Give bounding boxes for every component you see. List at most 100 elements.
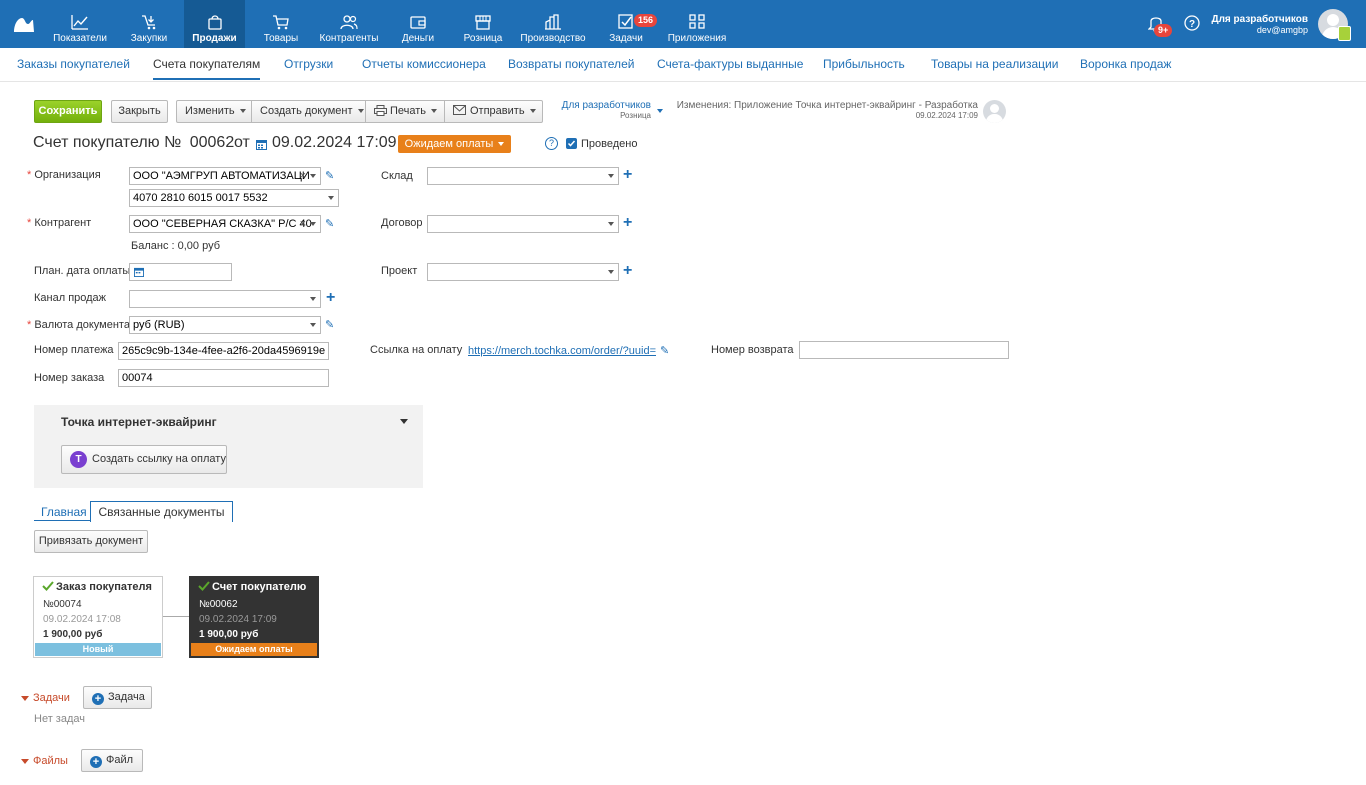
add-contract-icon[interactable]: + [623, 215, 632, 231]
edit-payment-link-icon[interactable]: ✎ [660, 344, 669, 357]
subnav-customer-invoices[interactable]: Счета покупателям [153, 57, 261, 80]
subnav-customer-orders[interactable]: Заказы покупателей [17, 57, 130, 71]
send-button[interactable]: Отправить [444, 100, 543, 123]
user-menu[interactable]: Для разработчиков dev@amgbp [1208, 0, 1308, 48]
nav-item-apps[interactable]: Приложения [666, 0, 728, 48]
collapse-icon[interactable] [400, 419, 408, 424]
order-number-value: 00074 [122, 372, 153, 384]
nav-item-tasks[interactable]: 156 Задачи [600, 0, 658, 48]
subnav-consignment-goods[interactable]: Товары на реализации [931, 57, 1058, 71]
checkmark-icon [42, 581, 54, 591]
edit-currency-icon[interactable]: ✎ [325, 318, 334, 331]
linked-doc-card-invoice[interactable]: Счет покупателю №00062 09.02.2024 17:09 … [189, 576, 319, 658]
subnav-invoices-issued[interactable]: Счета-фактуры выданные [657, 57, 803, 71]
link-document-button[interactable]: Привязать документ [34, 530, 148, 553]
add-project-icon[interactable]: + [623, 263, 632, 279]
edit-counterparty-icon[interactable]: ✎ [325, 217, 334, 230]
currency-select[interactable]: руб (RUB) [129, 316, 321, 334]
close-button[interactable]: Закрыть [111, 100, 168, 123]
tasks-section-toggle[interactable]: Задачи [21, 692, 70, 704]
nav-item-production[interactable]: Производство [518, 0, 588, 48]
subnav-profitability[interactable]: Прибыльность [823, 57, 905, 71]
sales-channel-select[interactable] [129, 290, 321, 308]
help-icon[interactable]: ? [545, 137, 558, 150]
doc-card-sum: 1 900,00 руб [43, 629, 103, 640]
editor-avatar [983, 100, 1006, 123]
add-file-button[interactable]: + Файл [81, 749, 143, 772]
doc-card-status: Новый [35, 643, 161, 656]
notifications-badge: 9+ [1154, 24, 1173, 37]
bank-account-select[interactable]: 4070 2810 6015 0017 5532 [129, 189, 339, 207]
files-label: Файлы [33, 755, 68, 767]
subnav-commission-reports[interactable]: Отчеты комиссионера [362, 57, 486, 71]
bank-account-value: 4070 2810 6015 0017 5532 [133, 192, 268, 204]
owner-selector[interactable]: Для разработчиков Розница [561, 100, 651, 120]
print-button[interactable]: Печать [365, 100, 445, 123]
calendar-icon[interactable] [256, 139, 267, 150]
tab-linked-documents[interactable]: Связанные документы [90, 501, 233, 522]
payment-link[interactable]: https://merch.tochka.com/order/?uuid=… [468, 345, 656, 357]
nav-item-retail[interactable]: Розница [456, 0, 510, 48]
sales-subnav: Заказы покупателей Счета покупателям Отг… [0, 48, 1366, 82]
edit-menu-button[interactable]: Изменить [176, 100, 252, 123]
avatar[interactable] [1316, 0, 1356, 48]
nav-item-money[interactable]: Деньги [390, 0, 446, 48]
tab-main[interactable]: Главная [34, 505, 94, 520]
subnav-shipments[interactable]: Отгрузки [284, 57, 333, 71]
changes-text: Изменения: Приложение Точка интернет-экв… [676, 100, 978, 111]
send-label: Отправить [470, 105, 525, 117]
contract-select[interactable] [427, 215, 619, 233]
cart-arrow-icon [142, 15, 156, 30]
create-document-button[interactable]: Создать документ [251, 100, 366, 123]
edit-label: Изменить [185, 105, 235, 117]
add-task-button[interactable]: + Задача [83, 686, 152, 709]
subnav-sales-funnel[interactable]: Воронка продаж [1080, 57, 1171, 71]
add-warehouse-icon[interactable]: + [623, 167, 632, 183]
plan-date-label: План. дата оплаты [34, 265, 131, 277]
subnav-customer-returns[interactable]: Возвраты покупателей [508, 57, 634, 71]
posted-checkbox[interactable] [566, 138, 577, 149]
nav-label: Производство [520, 33, 586, 44]
warehouse-select[interactable] [427, 167, 619, 185]
edit-organization-icon[interactable]: ✎ [325, 169, 334, 182]
clear-icon[interactable]: × [300, 168, 306, 184]
payment-number-input[interactable]: 265c9c9b-134e-4fee-a2f6-20da4596919e [118, 342, 329, 360]
logo-icon[interactable] [12, 12, 36, 34]
nav-item-sales[interactable]: Продажи [184, 0, 245, 48]
currency-label: * Валюта документа [27, 319, 130, 331]
return-number-input[interactable] [799, 341, 1009, 359]
doc-date[interactable]: 09.02.2024 17:09 [272, 134, 397, 152]
nav-label: Приложения [667, 33, 727, 44]
files-section-toggle[interactable]: Файлы [21, 755, 68, 767]
chevron-down-icon [657, 109, 663, 113]
project-label: Проект [381, 265, 418, 277]
nav-item-goods[interactable]: Товары [252, 0, 310, 48]
nav-item-counterparties[interactable]: Контрагенты [318, 0, 380, 48]
clear-icon[interactable]: × [300, 216, 306, 232]
payment-link-label: Ссылка на оплату [370, 344, 463, 356]
chevron-down-icon [529, 109, 536, 114]
change-history[interactable]: Изменения: Приложение Точка интернет-экв… [674, 100, 978, 120]
order-number-input[interactable]: 00074 [118, 369, 329, 387]
return-number-label: Номер возврата [711, 344, 794, 356]
project-select[interactable] [427, 263, 619, 281]
nav-item-purchases[interactable]: Закупки [118, 0, 180, 48]
plan-date-input[interactable] [129, 263, 232, 281]
status-dropdown[interactable]: Ожидаем оплаты [398, 135, 511, 153]
organization-value: ООО "АЭМГРУП АВТОМАТИЗАЦИ [133, 170, 310, 182]
wallet-icon [410, 16, 426, 29]
add-icon: + [92, 693, 104, 705]
user-login: dev@amgbp [1256, 25, 1308, 35]
help-button[interactable]: ? [1182, 0, 1202, 48]
nav-item-indicators[interactable]: Показатели [48, 0, 112, 48]
counterparty-value: ООО "СЕВЕРНАЯ СКАЗКА" Р/С 40 [133, 218, 312, 230]
chevron-down-icon [310, 222, 316, 226]
save-button[interactable]: Сохранить [34, 100, 102, 123]
add-sales-channel-icon[interactable]: + [326, 290, 335, 306]
create-payment-link-button[interactable]: T Создать ссылку на оплату [61, 445, 227, 474]
linked-doc-card-order[interactable]: Заказ покупателя №00074 09.02.2024 17:08… [33, 576, 163, 658]
notifications-button[interactable]: 9+ [1146, 0, 1173, 48]
counterparty-select[interactable]: ООО "СЕВЕРНАЯ СКАЗКА" Р/С 40 × [129, 215, 321, 233]
calendar-icon[interactable] [134, 267, 144, 277]
organization-select[interactable]: ООО "АЭМГРУП АВТОМАТИЗАЦИ × [129, 167, 321, 185]
